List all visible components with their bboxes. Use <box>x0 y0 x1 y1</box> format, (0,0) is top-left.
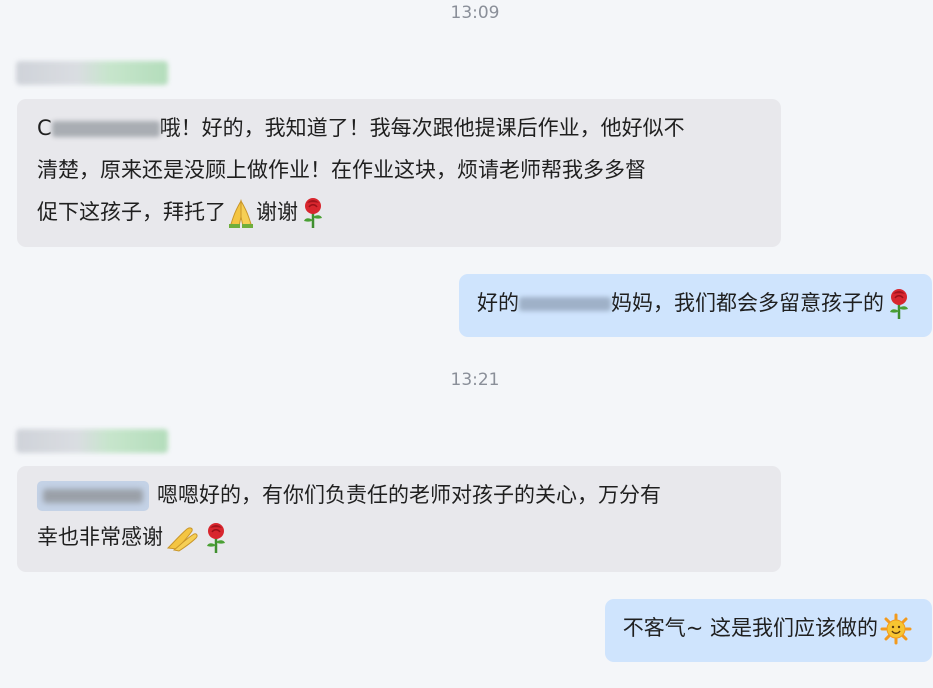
timestamp: 13:09 <box>450 3 500 23</box>
outgoing-message[interactable]: 不客气~ 这是我们应该做的 <box>604 599 932 662</box>
folded-hands-icon <box>228 197 254 229</box>
message-line: 清楚，原来还是没顾上做作业！在作业这块，烦请老师帮我多多督 <box>37 158 646 182</box>
message-line: 促下这孩子，拜托了 谢谢 <box>37 191 763 233</box>
outgoing-message[interactable]: 好的 妈妈，我们都会多留意孩子的 <box>459 274 932 337</box>
sender-name-redacted <box>16 61 168 85</box>
rose-icon <box>886 288 912 320</box>
message-text: 促下这孩子，拜托了 <box>37 200 226 224</box>
message-line: 幸也非常感谢 <box>37 516 763 558</box>
folded-hands-icon <box>165 522 199 554</box>
message-text: 不客气~ 这是我们应该做的 <box>622 616 878 640</box>
incoming-message[interactable]: 嗯嗯好的，有你们负责任的老师对孩子的关心，万分有 幸也非常感谢 <box>17 466 781 572</box>
message-line: C 哦！好的，我知道了！我每次跟他提课后作业，他好似不 <box>37 107 763 149</box>
sun-face-icon <box>880 613 912 645</box>
message-text: 谢谢 <box>256 200 298 224</box>
redacted-name <box>519 297 611 311</box>
mention-prefix: C <box>37 116 52 140</box>
redacted-mention <box>51 121 160 137</box>
timestamp: 13:21 <box>450 370 500 390</box>
message-text: 好的 <box>477 291 519 315</box>
message-text: 妈妈，我们都会多留意孩子的 <box>611 291 884 315</box>
message-text: 嗯嗯好的，有你们负责任的老师对孩子的关心，万分有 <box>157 483 661 507</box>
chat-history[interactable]: 13:09 C 哦！好的，我知道了！我每次跟他提课后作业，他好似不 清楚，原来还是… <box>0 0 933 688</box>
redacted-mention[interactable] <box>37 481 149 511</box>
rose-icon <box>300 197 326 229</box>
message-line: 嗯嗯好的，有你们负责任的老师对孩子的关心，万分有 <box>37 474 763 516</box>
incoming-message[interactable]: C 哦！好的，我知道了！我每次跟他提课后作业，他好似不 清楚，原来还是没顾上做作业… <box>17 99 781 247</box>
message-text: 幸也非常感谢 <box>37 525 163 549</box>
message-text: 哦！好的，我知道了！我每次跟他提课后作业，他好似不 <box>159 116 685 140</box>
sender-name-redacted <box>16 429 168 453</box>
rose-icon <box>203 522 229 554</box>
